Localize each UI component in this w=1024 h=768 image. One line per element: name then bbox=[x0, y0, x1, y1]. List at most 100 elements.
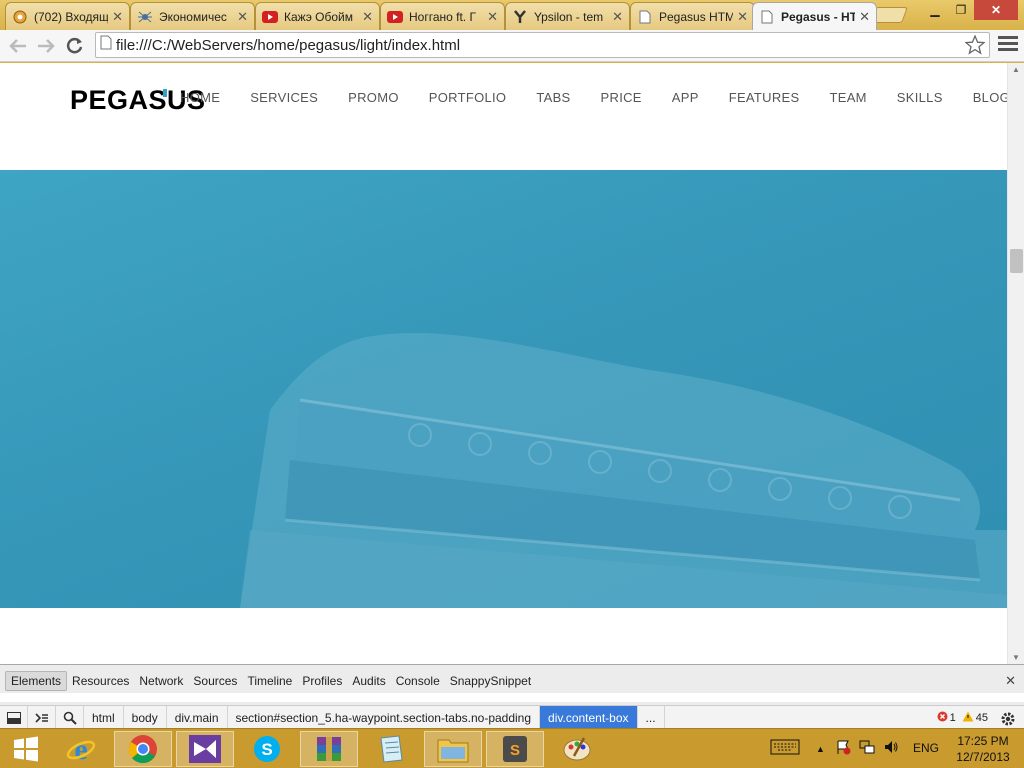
close-window-icon[interactable]: ✕ bbox=[974, 0, 1018, 20]
devtools-tab-elements[interactable]: Elements bbox=[5, 671, 68, 691]
url-text: file:///C:/WebServers/home/pegasus/light… bbox=[116, 36, 461, 54]
browser-tab[interactable]: Ноггано ft. Г ✕ bbox=[380, 2, 505, 30]
breadcrumb-item[interactable]: div.main bbox=[167, 705, 228, 730]
close-icon[interactable]: ✕ bbox=[112, 9, 123, 25]
windows-start-icon[interactable] bbox=[0, 731, 52, 767]
close-icon[interactable]: ✕ bbox=[612, 9, 623, 25]
reload-icon[interactable] bbox=[63, 34, 87, 58]
nav-portfolio[interactable]: PORTFOLIO bbox=[429, 90, 507, 105]
system-clock[interactable]: 17:25 PM 12/7/2013 bbox=[950, 733, 1016, 765]
tab-title: (702) Входящ bbox=[34, 9, 109, 24]
site-nav: HOME SERVICES PROMO PORTFOLIO TABS PRICE… bbox=[180, 90, 1010, 105]
devtools-status[interactable]: 1 45 bbox=[937, 711, 988, 725]
nav-promo[interactable]: PROMO bbox=[348, 90, 399, 105]
bookmark-star-icon[interactable] bbox=[964, 34, 986, 60]
nav-team[interactable]: TEAM bbox=[829, 90, 866, 105]
error-count: 1 bbox=[949, 712, 956, 724]
page-viewport: PEGASUS HOME SERVICES PROMO PORTFOLIO TA… bbox=[0, 63, 1024, 664]
page-icon bbox=[100, 35, 112, 55]
devtools-panel: Elements Resources Network Sources Timel… bbox=[0, 664, 1024, 730]
devtools-tab-sources[interactable]: Sources bbox=[188, 672, 242, 690]
tab-strip: (702) Входящ ✕ Экономичес ✕ Кажэ Обойм ✕… bbox=[0, 0, 1024, 30]
youtube-icon bbox=[262, 9, 278, 25]
close-icon[interactable]: ✕ bbox=[362, 9, 373, 25]
nav-skills[interactable]: SKILLS bbox=[897, 90, 943, 105]
volume-icon[interactable] bbox=[883, 739, 899, 760]
network-icon[interactable] bbox=[859, 739, 875, 760]
tab-title: Ноггано ft. Г bbox=[409, 9, 476, 24]
tab-title: Экономичес bbox=[159, 9, 227, 24]
ypsilon-icon bbox=[512, 9, 528, 25]
address-bar[interactable]: file:///C:/WebServers/home/pegasus/light… bbox=[95, 32, 990, 58]
devtools-tab-timeline[interactable]: Timeline bbox=[242, 672, 297, 690]
devtools-tab-audits[interactable]: Audits bbox=[347, 672, 390, 690]
nav-price[interactable]: PRICE bbox=[601, 90, 642, 105]
breadcrumb-item[interactable]: section#section_5.ha-waypoint.section-ta… bbox=[228, 705, 541, 730]
minimize-icon[interactable]: ▁ bbox=[922, 0, 948, 20]
scroll-down-icon[interactable]: ▼ bbox=[1012, 653, 1020, 662]
warning-count: 45 bbox=[975, 712, 988, 724]
devtools-tab-snappysnippet[interactable]: SnappySnippet bbox=[445, 672, 536, 690]
devtools-tab-resources[interactable]: Resources bbox=[67, 672, 134, 690]
browser-tab[interactable]: (702) Входящ ✕ bbox=[5, 2, 130, 30]
notepad-icon[interactable] bbox=[362, 731, 420, 767]
windows-taskbar: e S S ▲ ENG 17:25 PM 12/7/2013 bbox=[0, 728, 1024, 768]
chevron-up-icon[interactable]: ▲ bbox=[816, 744, 825, 754]
nav-home[interactable]: HOME bbox=[180, 90, 220, 105]
devtools-content-area bbox=[0, 693, 1024, 702]
svg-text:S: S bbox=[261, 740, 272, 759]
breadcrumb-item[interactable]: html bbox=[84, 705, 124, 730]
ie-icon[interactable]: e bbox=[52, 731, 110, 767]
browser-tab[interactable]: Экономичес ✕ bbox=[130, 2, 255, 30]
console-drawer-icon[interactable] bbox=[28, 705, 56, 730]
nav-blog[interactable]: BLOG bbox=[973, 90, 1010, 105]
winrar-icon[interactable] bbox=[300, 731, 358, 767]
paint-icon[interactable] bbox=[548, 731, 606, 767]
devtools-tabs: Elements Resources Network Sources Timel… bbox=[0, 669, 536, 693]
breadcrumb-item-active[interactable]: div.content-box bbox=[540, 705, 638, 730]
devtools-tab-console[interactable]: Console bbox=[391, 672, 445, 690]
skype-icon[interactable]: S bbox=[238, 731, 296, 767]
nav-tabs[interactable]: TABS bbox=[536, 90, 570, 105]
browser-tab[interactable]: Кажэ Обойм ✕ bbox=[255, 2, 380, 30]
browser-toolbar: file:///C:/WebServers/home/pegasus/light… bbox=[0, 30, 1024, 62]
close-icon[interactable]: ✕ bbox=[237, 9, 248, 25]
close-icon[interactable]: ✕ bbox=[487, 9, 498, 25]
explorer-icon[interactable] bbox=[424, 731, 482, 767]
maximize-icon[interactable]: ❐ bbox=[948, 0, 974, 20]
visual-studio-icon[interactable] bbox=[176, 731, 234, 767]
sublime-icon[interactable]: S bbox=[486, 731, 544, 767]
svg-text:S: S bbox=[510, 742, 520, 759]
search-icon[interactable] bbox=[56, 705, 84, 730]
browser-tab-active[interactable]: Pegasus - HT ✕ bbox=[752, 2, 877, 30]
tab-title: Ypsilon - tem bbox=[534, 9, 604, 24]
back-icon[interactable] bbox=[6, 34, 30, 58]
close-icon[interactable]: ✕ bbox=[737, 9, 748, 25]
gear-icon[interactable] bbox=[998, 709, 1018, 729]
scroll-up-icon[interactable]: ▲ bbox=[1012, 65, 1020, 74]
tab-title: Кажэ Обойм bbox=[284, 9, 353, 24]
nav-features[interactable]: FEATURES bbox=[729, 90, 800, 105]
page-scrollbar[interactable]: ▲ ▼ bbox=[1007, 63, 1024, 664]
keyboard-icon[interactable] bbox=[770, 739, 800, 760]
warning-icon bbox=[962, 711, 974, 725]
nav-services[interactable]: SERVICES bbox=[250, 90, 318, 105]
breadcrumb-item[interactable]: body bbox=[124, 705, 167, 730]
input-language[interactable]: ENG bbox=[913, 741, 939, 755]
dock-icon[interactable] bbox=[0, 705, 28, 730]
browser-tab[interactable]: Ypsilon - tem ✕ bbox=[505, 2, 630, 30]
chrome-icon[interactable] bbox=[114, 731, 172, 767]
page-icon bbox=[759, 9, 775, 25]
close-icon[interactable]: ✕ bbox=[1005, 673, 1016, 689]
flag-icon[interactable] bbox=[835, 739, 851, 760]
building-cornice-image bbox=[240, 333, 1007, 608]
close-icon[interactable]: ✕ bbox=[859, 9, 870, 25]
devtools-tab-profiles[interactable]: Profiles bbox=[297, 672, 347, 690]
chrome-menu-icon[interactable] bbox=[998, 36, 1018, 54]
scroll-thumb[interactable] bbox=[1010, 249, 1023, 273]
devtools-tab-network[interactable]: Network bbox=[134, 672, 188, 690]
breadcrumb-more[interactable]: ... bbox=[638, 705, 665, 730]
forward-icon[interactable] bbox=[34, 34, 58, 58]
browser-tab[interactable]: Pegasus HTM ✕ bbox=[630, 2, 755, 30]
nav-app[interactable]: APP bbox=[672, 90, 699, 105]
